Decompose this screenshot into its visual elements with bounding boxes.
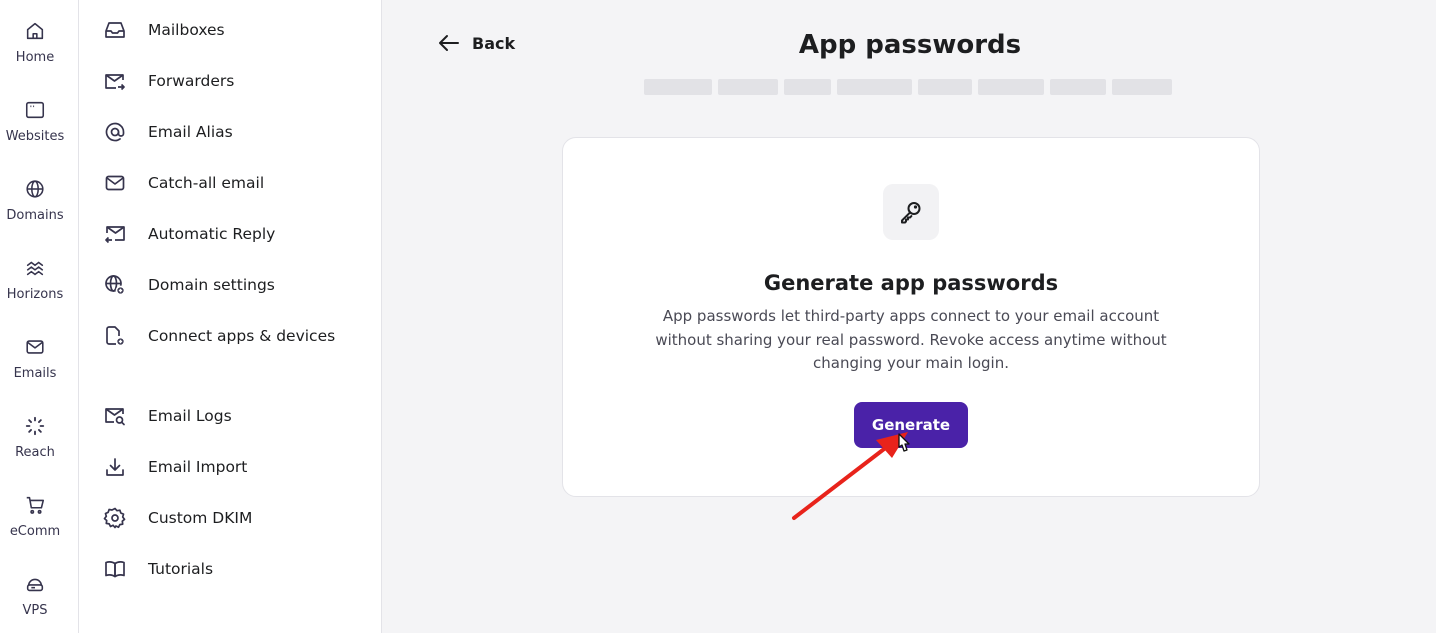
rail-item-label: Home <box>15 50 55 65</box>
rail-item-label: eComm <box>9 524 61 539</box>
server-cloud-icon <box>26 578 44 592</box>
rail-item-ecomm[interactable]: eComm <box>0 482 70 546</box>
rail-item-reach[interactable]: Reach <box>0 403 70 467</box>
sidebar-item-label: Custom DKIM <box>148 509 253 527</box>
email-sidebar: Mailboxes Forwarders Email Alias Catch-a… <box>79 0 382 633</box>
redacted-account-address <box>644 72 1178 102</box>
browser-window-icon <box>25 101 45 119</box>
rail-item-vps[interactable]: VPS <box>0 561 70 625</box>
sidebar-item-label: Automatic Reply <box>148 225 276 243</box>
rail-item-label: Domains <box>6 208 64 223</box>
cart-icon <box>26 496 45 514</box>
envelope-icon <box>105 175 125 191</box>
horizons-waves-icon <box>26 261 44 276</box>
app-rail: Home Websites Domains Horizons Emails Re… <box>0 0 79 633</box>
sidebar-item-label: Mailboxes <box>148 21 225 39</box>
device-connect-icon <box>106 326 126 347</box>
card-description: App passwords let third-party apps conne… <box>655 307 1167 372</box>
page-title: App passwords <box>798 30 1022 60</box>
sidebar-item-mailboxes[interactable]: Mailboxes <box>103 16 373 44</box>
reach-spinner-icon <box>25 416 45 436</box>
sidebar-item-label: Catch-all email <box>148 174 265 192</box>
card-title: Generate app passwords <box>763 271 1059 295</box>
sidebar-item-email-import[interactable]: Email Import <box>103 453 373 481</box>
mail-icon <box>26 340 44 354</box>
rail-item-label: Reach <box>15 445 55 460</box>
inbox-icon <box>105 22 125 38</box>
sidebar-item-label: Email Alias <box>148 123 233 141</box>
sidebar-item-label: Email Logs <box>148 407 232 425</box>
mail-search-icon <box>105 408 125 426</box>
sidebar-item-label: Tutorials <box>148 560 214 578</box>
sidebar-item-connect-apps[interactable]: Connect apps & devices <box>103 322 373 350</box>
sidebar-item-label: Email Import <box>148 458 248 476</box>
rail-item-label: Websites <box>5 129 65 144</box>
home-icon <box>26 22 44 40</box>
rail-item-domains[interactable]: Domains <box>0 166 70 230</box>
rail-item-horizons[interactable]: Horizons <box>0 245 70 309</box>
pointer-cursor-icon <box>898 433 910 452</box>
key-icon <box>901 202 921 224</box>
globe-settings-icon <box>105 275 126 296</box>
back-button[interactable]: Back <box>436 30 515 56</box>
mail-reply-icon <box>105 226 125 244</box>
sidebar-item-automatic-reply[interactable]: Automatic Reply <box>103 220 373 248</box>
download-icon <box>106 458 124 476</box>
sidebar-item-email-logs[interactable]: Email Logs <box>103 402 373 430</box>
sidebar-item-email-alias[interactable]: Email Alias <box>103 118 373 146</box>
sidebar-item-label: Connect apps & devices <box>148 327 336 345</box>
rail-item-label: Horizons <box>6 287 64 302</box>
rail-item-home[interactable]: Home <box>0 8 70 72</box>
sidebar-item-catch-all-email[interactable]: Catch-all email <box>103 169 373 197</box>
at-sign-icon <box>105 122 125 142</box>
key-icon-tile <box>883 184 939 240</box>
sidebar-item-tutorials[interactable]: Tutorials <box>103 555 373 583</box>
rail-item-label: Emails <box>13 366 57 381</box>
gear-icon <box>103 507 126 529</box>
sidebar-item-forwarders[interactable]: Forwarders <box>103 67 373 95</box>
sidebar-item-label: Domain settings <box>148 276 275 294</box>
sidebar-item-label: Forwarders <box>148 72 235 90</box>
mail-forward-icon <box>105 74 125 91</box>
arrow-left-icon <box>439 35 459 51</box>
rail-item-label: VPS <box>22 603 48 618</box>
back-label: Back <box>472 33 516 53</box>
globe-icon <box>26 180 44 198</box>
rail-item-websites[interactable]: Websites <box>0 87 70 151</box>
book-icon <box>105 560 125 578</box>
sidebar-item-domain-settings[interactable]: Domain settings <box>103 271 373 299</box>
rail-item-emails[interactable]: Emails <box>0 324 70 388</box>
sidebar-item-custom-dkim[interactable]: Custom DKIM <box>103 504 373 532</box>
